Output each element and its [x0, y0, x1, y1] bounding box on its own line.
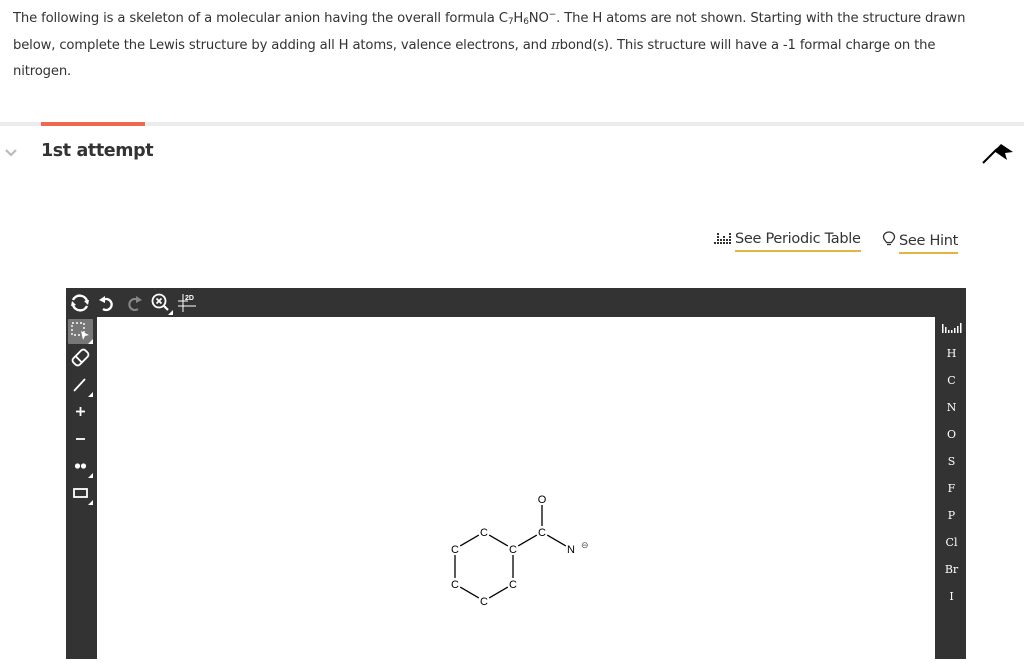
submenu-corner	[88, 500, 93, 505]
element-toolbar: H C N O S F P Cl Br I	[937, 317, 966, 659]
2d-label: 2D	[185, 295, 194, 302]
see-periodic-table-link[interactable]: See Periodic Table	[714, 231, 861, 252]
element-button-i[interactable]: I	[937, 590, 966, 603]
active-tab-indicator	[41, 122, 145, 126]
atom-c2[interactable]: C	[451, 544, 459, 556]
select-tool[interactable]	[68, 319, 93, 344]
redo-icon[interactable]	[122, 291, 146, 315]
atom-c7[interactable]: C	[538, 527, 546, 539]
bond-c4-c5[interactable]	[488, 586, 509, 599]
submenu-corner	[88, 339, 93, 344]
question-text: The following is a skeleton of a molecul…	[13, 6, 993, 86]
element-button-f[interactable]: F	[937, 482, 966, 495]
negative-charge-tool[interactable]	[68, 426, 93, 451]
atom-o1[interactable]: O	[538, 494, 547, 506]
periodic-table-icon[interactable]	[942, 322, 962, 334]
periodic-table-icon	[714, 233, 731, 244]
atom-c4[interactable]: C	[480, 596, 488, 608]
element-button-c[interactable]: C	[937, 374, 966, 387]
bond-c3-c4[interactable]	[459, 586, 480, 599]
atom-c3[interactable]: C	[451, 579, 459, 591]
rotate-icon[interactable]	[68, 291, 92, 315]
bond-c7-n1[interactable]	[546, 534, 567, 547]
element-button-cl[interactable]: Cl	[937, 536, 966, 549]
atom-n1[interactable]: N	[567, 544, 575, 556]
drawing-canvas[interactable]: C C C C C C C O N ⊖	[97, 317, 935, 659]
element-button-br[interactable]: Br	[937, 563, 966, 576]
negative-charge-icon: ⊖	[581, 541, 589, 551]
element-button-h[interactable]: H	[937, 347, 966, 360]
tab-divider	[0, 122, 1024, 126]
atom-c5[interactable]: C	[509, 579, 517, 591]
molecule-drawing[interactable]: C C C C C C C O N ⊖	[97, 317, 935, 659]
chevron-down-icon[interactable]	[4, 146, 18, 160]
structure-editor: 2D C C C C C C C O N ⊖ H C N O S F P Cl …	[66, 288, 966, 659]
attempt-title: 1st attempt	[41, 141, 154, 161]
see-hint-link[interactable]: See Hint	[882, 231, 958, 254]
atom-c6[interactable]: C	[509, 544, 517, 556]
atom-c1[interactable]: C	[480, 527, 488, 539]
flag-icon[interactable]	[981, 143, 1015, 167]
bond-tool[interactable]	[68, 372, 93, 397]
2d-clean-icon[interactable]: 2D	[176, 291, 200, 315]
positive-charge-tool[interactable]	[68, 399, 93, 424]
lightbulb-icon	[882, 231, 896, 246]
minus-icon	[76, 438, 85, 440]
question-part: The following is a skeleton of a molecul…	[13, 11, 508, 26]
element-button-p[interactable]: P	[937, 509, 966, 522]
zoom-reset-icon[interactable]	[149, 291, 173, 315]
editor-left-toolbar	[66, 317, 95, 659]
pi-symbol: π	[551, 37, 560, 53]
plus-icon	[76, 407, 85, 416]
eraser-icon	[71, 348, 90, 367]
question-part: H	[513, 11, 524, 26]
element-button-o[interactable]: O	[937, 428, 966, 441]
element-button-s[interactable]: S	[937, 455, 966, 468]
submenu-corner	[88, 473, 93, 478]
see-periodic-table-label: See Periodic Table	[735, 231, 861, 252]
question-part: NO	[528, 11, 549, 26]
bond-c1-c2[interactable]	[459, 534, 480, 547]
lone-pair-tool[interactable]	[68, 453, 93, 478]
undo-icon[interactable]	[95, 291, 119, 315]
bond-c6-c1[interactable]	[488, 534, 509, 547]
bond-c6-c7[interactable]	[517, 534, 538, 547]
see-hint-label: See Hint	[899, 233, 958, 254]
element-button-n[interactable]: N	[937, 401, 966, 414]
ring-template-tool[interactable]	[68, 480, 93, 505]
eraser-tool[interactable]	[68, 345, 93, 370]
editor-top-toolbar: 2D	[66, 288, 966, 317]
submenu-corner	[88, 392, 93, 397]
